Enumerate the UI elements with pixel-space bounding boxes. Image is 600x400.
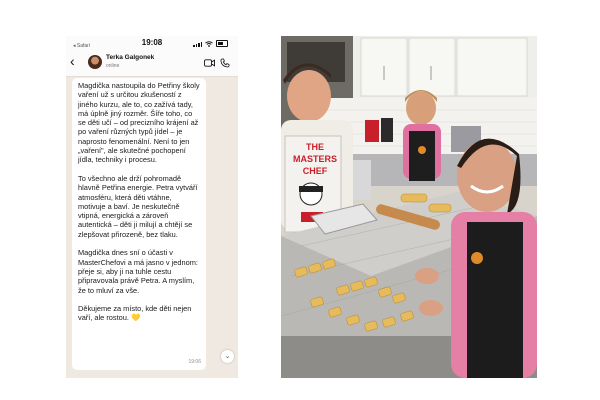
contact-name[interactable]: Terka Galgonek — [106, 54, 154, 61]
chat-header: ‹ Terka Galgonek online — [66, 51, 238, 77]
contact-status: online — [106, 63, 120, 69]
message-paragraph: Magdička nastoupila do Petřiny školy vař… — [78, 81, 200, 165]
video-call-icon[interactable] — [204, 59, 215, 67]
photo-illustration: THE MASTERS CHEF — [281, 36, 537, 378]
message-paragraph: Magdička dnes sní o účasti v MasterChefo… — [78, 248, 198, 295]
message-paragraph: To všechno ale drží pohromadě hlavně Pet… — [78, 173, 198, 239]
battery-icon — [216, 40, 228, 47]
cooking-class-photo: THE MASTERS CHEF — [281, 36, 537, 378]
message-bubble: Magdička nastoupila do Petřiny školy vař… — [72, 78, 206, 370]
chat-screenshot: ◂ Safari 19:08 ‹ Terka Galgonek online M… — [66, 36, 238, 378]
back-arrow-icon[interactable]: ‹ — [70, 54, 75, 68]
message-timestamp: 19:06 — [188, 358, 201, 365]
wifi-icon — [205, 41, 213, 47]
phone-call-icon[interactable] — [220, 58, 230, 68]
avatar[interactable] — [88, 55, 102, 69]
status-bar: ◂ Safari 19:08 — [66, 36, 238, 51]
cellular-signal-icon — [193, 42, 202, 47]
message-paragraph: Děkujeme za místo, kde děti nejen vaří, … — [78, 304, 192, 323]
apron-text: THE — [306, 142, 324, 152]
apron-text: MASTERS — [293, 154, 337, 164]
apron-text: CHEF — [303, 166, 328, 176]
scroll-down-button[interactable]: ⌄ — [221, 350, 234, 363]
